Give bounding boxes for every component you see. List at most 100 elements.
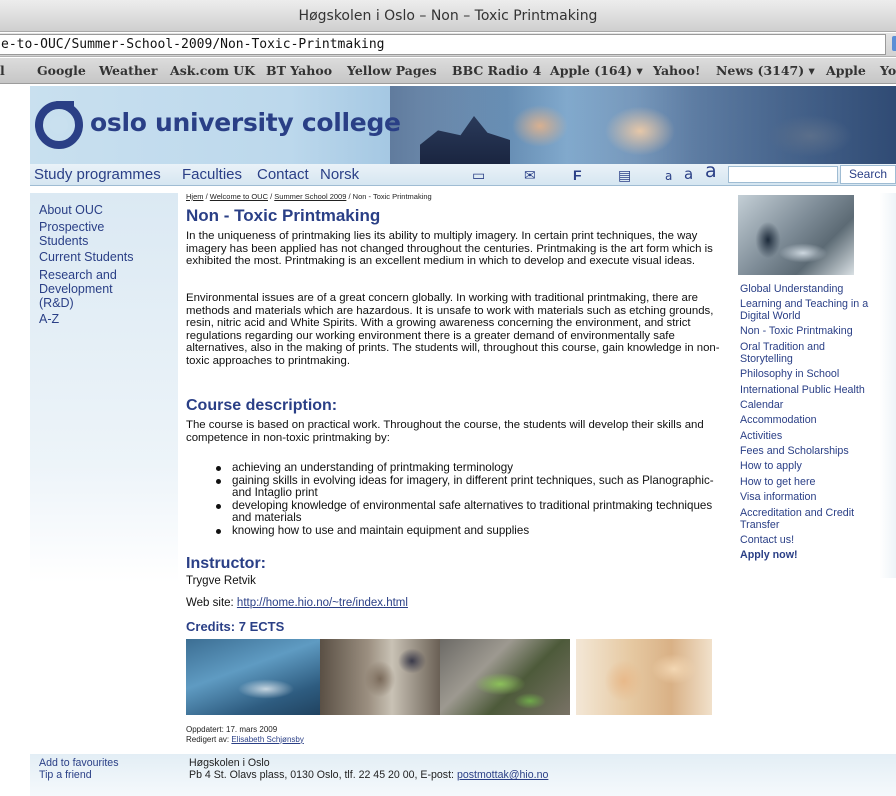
- print-icon[interactable]: ▭: [472, 167, 485, 183]
- bookmark-bbc-radio[interactable]: BBC Radio 4: [452, 58, 541, 83]
- tip-friend-link[interactable]: Tip a friend: [39, 769, 92, 781]
- list-item-text: developing knowledge of environmental sa…: [232, 498, 713, 524]
- breadcrumb-summer-school[interactable]: Summer School 2009: [274, 192, 346, 201]
- leftnav-research[interactable]: Research and Development (R&D): [39, 268, 139, 310]
- facebook-icon[interactable]: F: [573, 167, 582, 183]
- footer-org: Høgskolen i Oslo: [189, 757, 270, 769]
- sidebar-item-philosophy[interactable]: Philosophy in School: [740, 368, 896, 381]
- sidebar-item-activities[interactable]: Activities: [740, 430, 896, 443]
- logo-icon[interactable]: [34, 98, 86, 150]
- bookmark-ask[interactable]: Ask.com UK: [170, 58, 255, 83]
- add-favourites-link[interactable]: Add to favourites: [39, 757, 119, 769]
- sidebar-item-how-to-apply[interactable]: How to apply: [740, 460, 896, 473]
- course-photo-3: [440, 639, 570, 715]
- site-banner: oslo university college: [30, 86, 896, 164]
- breadcrumb-welcome[interactable]: Welcome to OUC: [210, 192, 268, 201]
- font-size-large[interactable]: a: [705, 161, 717, 181]
- edited-by-line: Redigert av: Elisabeth Schjønsby: [186, 735, 304, 745]
- right-sidebar: Global Understanding Learning and Teachi…: [728, 193, 896, 578]
- credits-heading: Credits: 7 ECTS: [186, 619, 285, 634]
- bookmark-yellow-pages[interactable]: Yellow Pages: [347, 58, 437, 83]
- nav-norsk[interactable]: Norsk: [320, 166, 359, 183]
- sidebar-item-apply-now[interactable]: Apply now!: [740, 549, 896, 562]
- breadcrumb-home[interactable]: Hjem: [186, 192, 204, 201]
- footer-address: Pb 4 St. Olavs plass, 0130 Oslo, tlf. 22…: [189, 769, 548, 781]
- left-nav: About OUC Prospective Students Current S…: [30, 193, 178, 583]
- updated-date: Oppdatert: 17. mars 2009: [186, 725, 278, 734]
- sidebar-item-non-toxic-printmaking[interactable]: Non - Toxic Printmaking: [740, 325, 896, 338]
- page-title: Non - Toxic Printmaking: [186, 206, 381, 225]
- sidebar-item-global-understanding[interactable]: Global Understanding: [740, 283, 896, 296]
- leftnav-prospective-students[interactable]: Prospective Students: [39, 220, 129, 248]
- website-line: Web site: http://home.hio.no/~tre/index.…: [186, 597, 408, 609]
- edited-label: Redigert av:: [186, 734, 232, 744]
- bookmark-yo[interactable]: Yo: [880, 58, 896, 83]
- nav-study-programmes[interactable]: Study programmes: [34, 166, 161, 183]
- course-description-heading: Course description:: [186, 397, 338, 414]
- sidebar-item-oral-tradition[interactable]: Oral Tradition and Storytelling: [740, 341, 860, 365]
- editor-link[interactable]: Elisabeth Schjønsby: [231, 735, 303, 744]
- sidebar-item-learning-teaching[interactable]: Learning and Teaching in a Digital World: [740, 298, 896, 322]
- footer-address-text: Pb 4 St. Olavs plass, 0130 Oslo, tlf. 22…: [189, 769, 457, 781]
- top-nav: Study programmes Faculties Contact Norsk…: [30, 161, 896, 186]
- search-input[interactable]: [728, 166, 838, 183]
- list-item-text: gaining skills in evolving ideas for ima…: [232, 473, 714, 499]
- bookmark-google[interactable]: Google: [37, 58, 86, 83]
- list-item-text: achieving an understanding of printmakin…: [232, 461, 513, 474]
- address-bar: e-to-OUC/Summer-School-2009/Non-Toxic-Pr…: [0, 33, 896, 57]
- bookmark-item[interactable]: l: [0, 58, 5, 83]
- website-link[interactable]: http://home.hio.no/~tre/index.html: [237, 597, 408, 609]
- instructor-heading: Instructor:: [186, 555, 266, 572]
- search-button[interactable]: Search: [840, 165, 896, 184]
- mail-icon[interactable]: ✉: [524, 167, 536, 183]
- font-size-small[interactable]: a: [665, 166, 672, 186]
- bullet-icon: [216, 503, 221, 509]
- course-photo-2: [320, 639, 440, 715]
- bookmark-yahoo[interactable]: Yahoo!: [653, 58, 700, 83]
- sidebar-item-fees[interactable]: Fees and Scholarships: [740, 445, 896, 458]
- course-goals-list: achieving an understanding of printmakin…: [216, 461, 722, 538]
- bookmarks-bar: l Google Weather Ask.com UK BT Yahoo Yel…: [0, 58, 896, 84]
- sidebar-item-visa[interactable]: Visa information: [740, 491, 896, 504]
- font-size-medium[interactable]: a: [684, 164, 693, 184]
- bullet-icon: [216, 478, 221, 484]
- breadcrumb-current: Non - Toxic Printmaking: [352, 192, 432, 201]
- instructor-name: Trygve Retvik: [186, 575, 256, 587]
- window-title: Høgskolen i Oslo – Non – Toxic Printmaki…: [0, 0, 896, 32]
- sidebar-item-accommodation[interactable]: Accommodation: [740, 414, 896, 427]
- sidebar-item-accreditation[interactable]: Accreditation and Credit Transfer: [740, 507, 880, 531]
- bookmark-news[interactable]: News (3147) ▾: [716, 58, 815, 83]
- sidebar-item-how-to-get-here[interactable]: How to get here: [740, 476, 896, 489]
- sidebar-item-public-health[interactable]: International Public Health: [740, 384, 896, 397]
- bullet-icon: [216, 466, 221, 471]
- list-item: developing knowledge of environmental sa…: [216, 498, 722, 525]
- environment-paragraph: Environmental issues are of a great conc…: [186, 292, 720, 367]
- bookmark-apple[interactable]: Apple: [826, 58, 866, 83]
- url-bar-button[interactable]: [892, 36, 896, 51]
- sidebar-photo: [738, 195, 854, 275]
- list-item: gaining skills in evolving ideas for ima…: [216, 473, 722, 500]
- page-meta: Oppdatert: 17. mars 2009 Redigert av: El…: [186, 725, 304, 744]
- course-photo-1: [186, 639, 321, 715]
- page-footer: Add to favourites Tip a friend Høgskolen…: [30, 754, 896, 796]
- logo-text[interactable]: oslo university college: [90, 108, 401, 137]
- intro-paragraph: In the uniqueness of printmaking lies it…: [186, 230, 713, 267]
- footer-email-link[interactable]: postmottak@hio.no: [457, 769, 548, 781]
- list-item: knowing how to use and maintain equipmen…: [216, 523, 722, 538]
- bookmark-bt-yahoo[interactable]: BT Yahoo: [266, 58, 332, 83]
- url-input[interactable]: e-to-OUC/Summer-School-2009/Non-Toxic-Pr…: [0, 34, 886, 55]
- list-item-text: knowing how to use and maintain equipmen…: [232, 523, 530, 537]
- bookmark-weather[interactable]: Weather: [99, 58, 157, 83]
- bookmark-apple-folder[interactable]: Apple (164) ▾: [550, 58, 643, 83]
- sidebar-item-contact-us[interactable]: Contact us!: [740, 534, 896, 547]
- leftnav-current-students[interactable]: Current Students: [39, 250, 174, 264]
- website-label: Web site:: [186, 597, 237, 609]
- nav-contact[interactable]: Contact: [257, 166, 309, 183]
- sidebar-item-calendar[interactable]: Calendar: [740, 399, 896, 412]
- course-photo-4: [576, 639, 712, 715]
- leftnav-about-ouc[interactable]: About OUC: [39, 203, 174, 217]
- leftnav-a-z[interactable]: A-Z: [39, 312, 174, 326]
- course-intro: The course is based on practical work. T…: [186, 419, 704, 444]
- book-icon[interactable]: ▤: [618, 167, 631, 183]
- nav-faculties[interactable]: Faculties: [182, 166, 242, 183]
